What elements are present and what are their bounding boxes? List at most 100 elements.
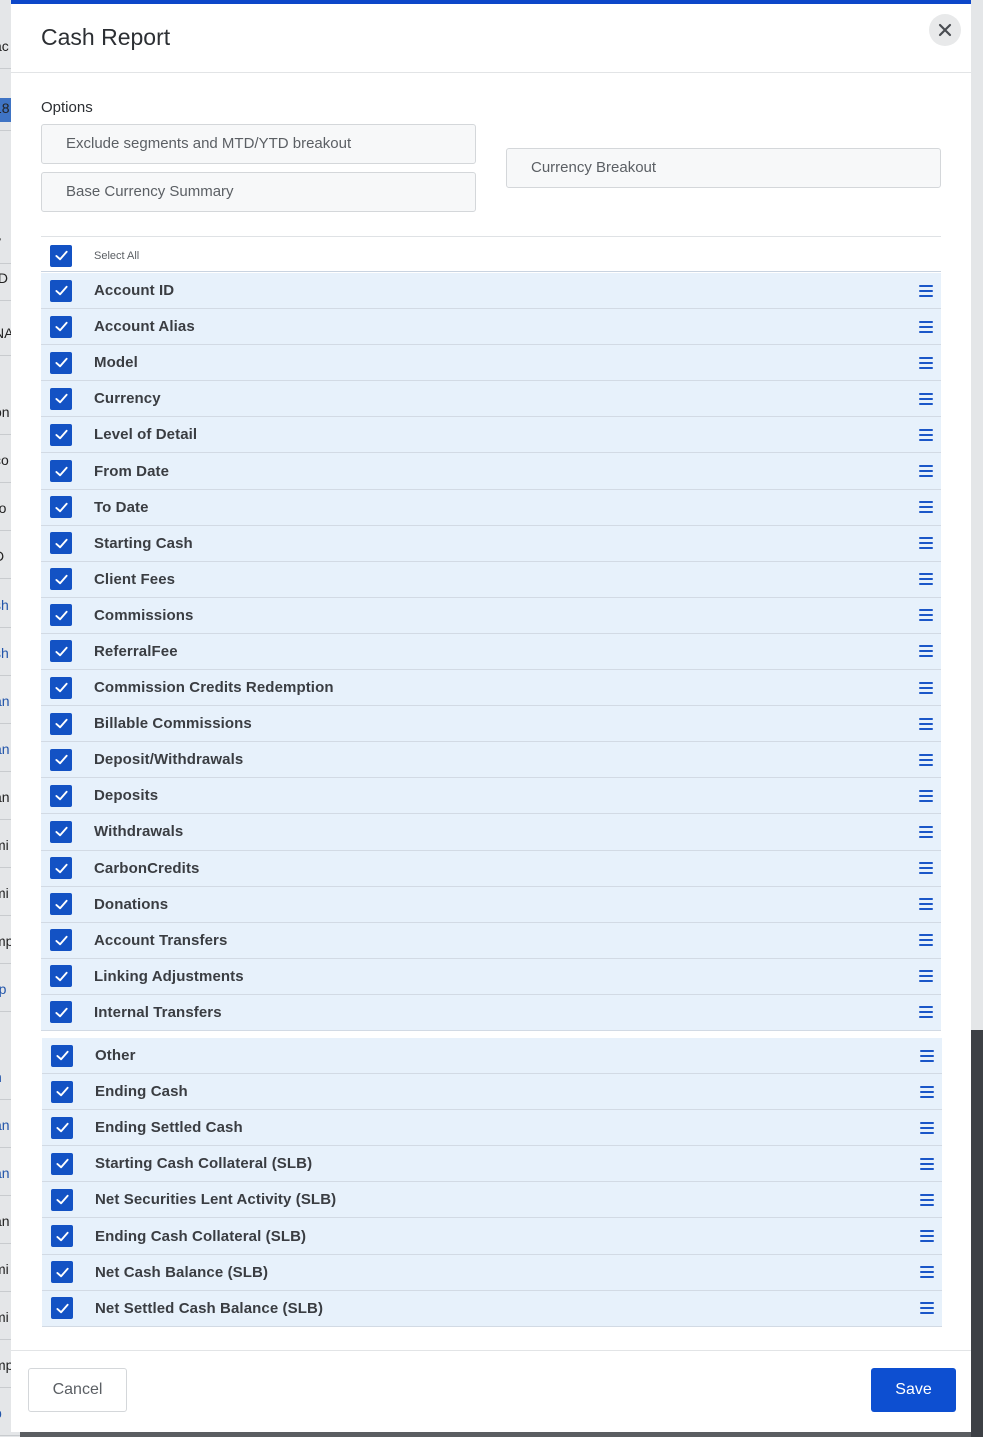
column-row[interactable]: Model bbox=[41, 345, 941, 382]
column-checkbox[interactable] bbox=[51, 1116, 73, 1139]
column-row[interactable]: Deposits bbox=[41, 778, 941, 815]
drag-handle-icon[interactable] bbox=[919, 645, 933, 658]
column-checkbox[interactable] bbox=[50, 1001, 72, 1024]
checkmark-icon bbox=[55, 1086, 69, 1097]
column-checkbox[interactable] bbox=[50, 387, 72, 410]
exclude-segments-option[interactable]: Exclude segments and MTD/YTD breakout bbox=[41, 124, 476, 164]
column-checkbox[interactable] bbox=[51, 1261, 73, 1284]
column-row[interactable]: Account Alias bbox=[41, 309, 941, 346]
column-checkbox[interactable] bbox=[50, 315, 72, 338]
drag-handle-icon[interactable] bbox=[919, 573, 933, 586]
column-checkbox[interactable] bbox=[50, 784, 72, 807]
drag-handle-icon[interactable] bbox=[920, 1266, 934, 1279]
select-all-row[interactable]: Select All bbox=[41, 240, 941, 272]
column-row[interactable]: Ending Cash Collateral (SLB) bbox=[42, 1218, 942, 1255]
column-checkbox[interactable] bbox=[50, 496, 72, 519]
background-text-fragment: an bbox=[0, 789, 10, 805]
column-row[interactable]: Internal Transfers bbox=[41, 994, 941, 1031]
column-row[interactable]: Withdrawals bbox=[41, 814, 941, 851]
currency-breakout-option[interactable]: Currency Breakout bbox=[506, 148, 941, 188]
drag-handle-icon[interactable] bbox=[919, 428, 933, 441]
column-row[interactable]: Starting Cash bbox=[41, 525, 941, 562]
column-row[interactable]: From Date bbox=[41, 453, 941, 490]
drag-handle-icon[interactable] bbox=[919, 465, 933, 478]
drag-handle-icon[interactable] bbox=[920, 1230, 934, 1243]
column-checkbox[interactable] bbox=[51, 1044, 73, 1067]
column-checkbox[interactable] bbox=[51, 1188, 73, 1211]
drag-handle-icon[interactable] bbox=[919, 753, 933, 766]
drag-handle-icon[interactable] bbox=[919, 862, 933, 875]
column-row[interactable]: Donations bbox=[41, 886, 941, 923]
checkmark-icon bbox=[54, 682, 68, 693]
select-all-checkbox[interactable] bbox=[50, 244, 72, 267]
drag-handle-icon[interactable] bbox=[919, 898, 933, 911]
column-row[interactable]: To Date bbox=[41, 489, 941, 526]
drag-handle-icon[interactable] bbox=[919, 970, 933, 983]
column-row[interactable]: ReferralFee bbox=[41, 633, 941, 671]
column-row[interactable]: Client Fees bbox=[41, 561, 941, 598]
column-row[interactable]: CarbonCredits bbox=[41, 850, 941, 887]
column-row[interactable]: Other bbox=[42, 1038, 942, 1075]
column-row[interactable]: Commissions bbox=[41, 597, 941, 634]
drag-handle-icon[interactable] bbox=[920, 1302, 934, 1315]
drag-handle-icon[interactable] bbox=[919, 825, 933, 838]
column-row[interactable]: Currency bbox=[41, 381, 941, 418]
column-checkbox[interactable] bbox=[50, 929, 72, 952]
drag-handle-icon[interactable] bbox=[919, 681, 933, 694]
drag-handle-icon[interactable] bbox=[919, 356, 933, 369]
column-row[interactable]: Account ID bbox=[41, 273, 941, 310]
column-checkbox[interactable] bbox=[51, 1297, 73, 1320]
drag-handle-icon[interactable] bbox=[919, 284, 933, 297]
column-row[interactable]: Account Transfers bbox=[41, 922, 941, 959]
drag-handle-icon[interactable] bbox=[919, 501, 933, 514]
column-checkbox[interactable] bbox=[51, 1080, 73, 1103]
cancel-button[interactable]: Cancel bbox=[28, 1368, 127, 1412]
drag-handle-icon[interactable] bbox=[919, 1006, 933, 1019]
drag-handle-icon[interactable] bbox=[920, 1085, 934, 1098]
column-checkbox[interactable] bbox=[50, 748, 72, 771]
column-checkbox[interactable] bbox=[50, 279, 72, 302]
column-row[interactable]: Billable Commissions bbox=[41, 706, 941, 743]
save-button[interactable]: Save bbox=[871, 1368, 956, 1412]
base-currency-summary-option[interactable]: Base Currency Summary bbox=[41, 172, 476, 212]
column-checkbox[interactable] bbox=[50, 712, 72, 735]
column-label: ReferralFee bbox=[94, 642, 178, 660]
column-checkbox[interactable] bbox=[50, 893, 72, 916]
column-row[interactable]: Starting Cash Collateral (SLB) bbox=[42, 1146, 942, 1183]
drag-handle-icon[interactable] bbox=[919, 609, 933, 622]
drag-handle-icon[interactable] bbox=[920, 1193, 934, 1206]
column-row[interactable]: Linking Adjustments bbox=[41, 958, 941, 995]
column-checkbox[interactable] bbox=[50, 351, 72, 374]
column-checkbox[interactable] bbox=[51, 1152, 73, 1175]
column-row[interactable]: Ending Cash bbox=[42, 1074, 942, 1111]
close-button[interactable] bbox=[929, 14, 961, 46]
column-row[interactable]: Net Settled Cash Balance (SLB) bbox=[42, 1290, 942, 1327]
column-checkbox[interactable] bbox=[50, 568, 72, 591]
column-checkbox[interactable] bbox=[50, 604, 72, 627]
column-row[interactable]: Level of Detail bbox=[41, 417, 941, 454]
drag-handle-icon[interactable] bbox=[920, 1049, 934, 1062]
drag-handle-icon[interactable] bbox=[920, 1157, 934, 1170]
drag-handle-icon[interactable] bbox=[919, 934, 933, 947]
column-row[interactable]: Commission Credits Redemption bbox=[41, 670, 941, 707]
column-checkbox[interactable] bbox=[50, 532, 72, 555]
column-row[interactable]: Net Securities Lent Activity (SLB) bbox=[42, 1182, 942, 1219]
column-checkbox[interactable] bbox=[51, 1225, 73, 1248]
column-checkbox[interactable] bbox=[50, 676, 72, 699]
column-checkbox[interactable] bbox=[50, 820, 72, 843]
drag-handle-icon[interactable] bbox=[919, 320, 933, 333]
drag-handle-icon[interactable] bbox=[920, 1121, 934, 1134]
drag-handle-icon[interactable] bbox=[919, 537, 933, 550]
column-label: Starting Cash bbox=[94, 534, 193, 552]
column-checkbox[interactable] bbox=[50, 640, 72, 663]
column-row[interactable]: Net Cash Balance (SLB) bbox=[42, 1254, 942, 1291]
column-checkbox[interactable] bbox=[50, 965, 72, 988]
drag-handle-icon[interactable] bbox=[919, 789, 933, 802]
drag-handle-icon[interactable] bbox=[919, 392, 933, 405]
column-checkbox[interactable] bbox=[50, 423, 72, 446]
drag-handle-icon[interactable] bbox=[919, 717, 933, 730]
column-checkbox[interactable] bbox=[50, 460, 72, 483]
column-row[interactable]: Deposit/Withdrawals bbox=[41, 742, 941, 779]
column-checkbox[interactable] bbox=[50, 857, 72, 880]
column-row[interactable]: Ending Settled Cash bbox=[42, 1110, 942, 1147]
